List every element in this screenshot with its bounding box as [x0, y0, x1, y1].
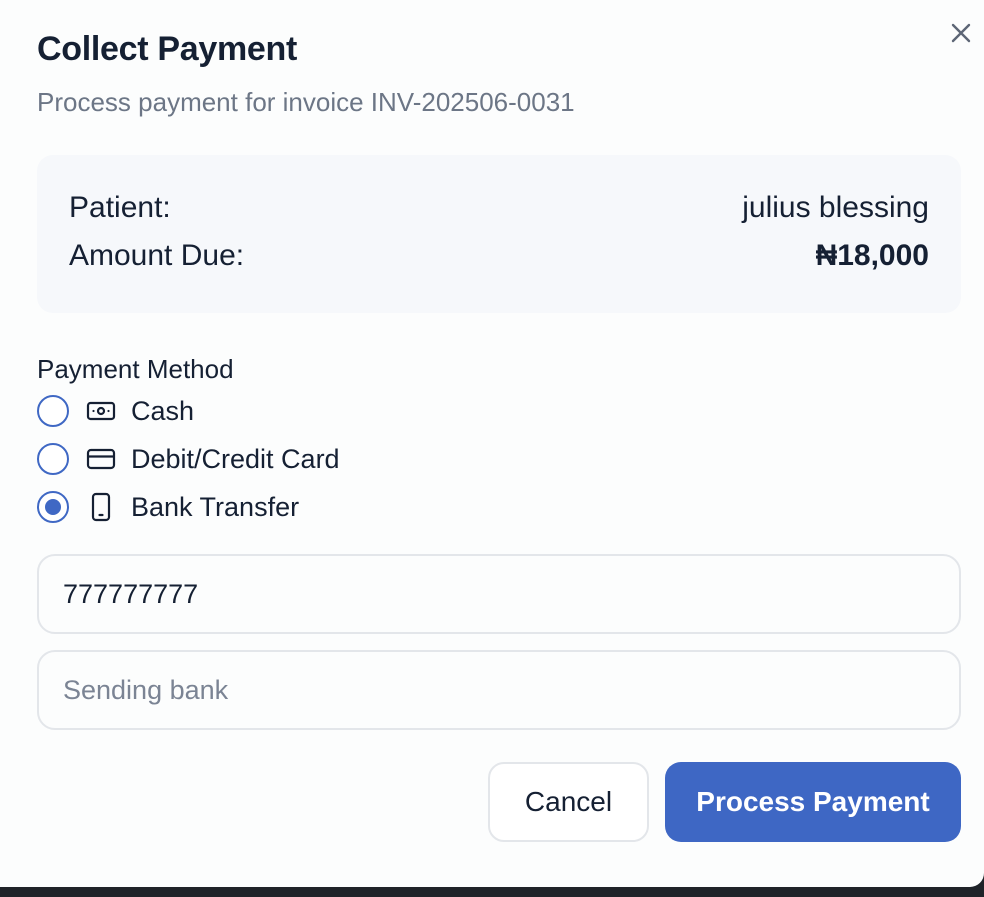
patient-row: Patient: julius blessing — [69, 191, 929, 225]
banknote-icon — [85, 395, 117, 427]
payment-method-label: Payment Method — [37, 354, 234, 384]
amount-due-label: Amount Due: — [69, 239, 245, 272]
dialog-subtitle: Process payment for invoice INV-202506-0… — [37, 87, 575, 117]
credit-card-icon — [85, 443, 117, 475]
payment-option-cash[interactable]: Cash — [37, 394, 194, 428]
patient-label: Patient: — [69, 191, 171, 224]
payment-option-card[interactable]: Debit/Credit Card — [37, 442, 340, 476]
dialog-title: Collect Payment — [37, 30, 298, 68]
bank-transfer-radio[interactable] — [37, 491, 69, 523]
cancel-button[interactable]: Cancel — [488, 762, 649, 842]
smartphone-icon — [85, 491, 117, 523]
close-button[interactable] — [946, 20, 976, 50]
card-radio[interactable] — [37, 443, 69, 475]
card-label: Debit/Credit Card — [131, 443, 340, 474]
sending-bank-input[interactable] — [37, 650, 961, 730]
cash-label: Cash — [131, 395, 195, 426]
close-icon — [950, 22, 972, 49]
transfer-reference-input[interactable] — [37, 554, 961, 634]
payment-option-bank-transfer[interactable]: Bank Transfer — [37, 490, 299, 524]
process-payment-button[interactable]: Process Payment — [665, 762, 961, 842]
cash-radio[interactable] — [37, 395, 69, 427]
invoice-summary: Patient: julius blessing Amount Due: ₦18… — [37, 155, 961, 313]
amount-row: Amount Due: ₦18,000 — [69, 239, 929, 273]
amount-due-value: ₦18,000 — [815, 239, 929, 272]
collect-payment-dialog: Collect Payment Process payment for invo… — [0, 0, 984, 887]
bank-transfer-label: Bank Transfer — [131, 491, 300, 522]
patient-value: julius blessing — [742, 191, 929, 224]
